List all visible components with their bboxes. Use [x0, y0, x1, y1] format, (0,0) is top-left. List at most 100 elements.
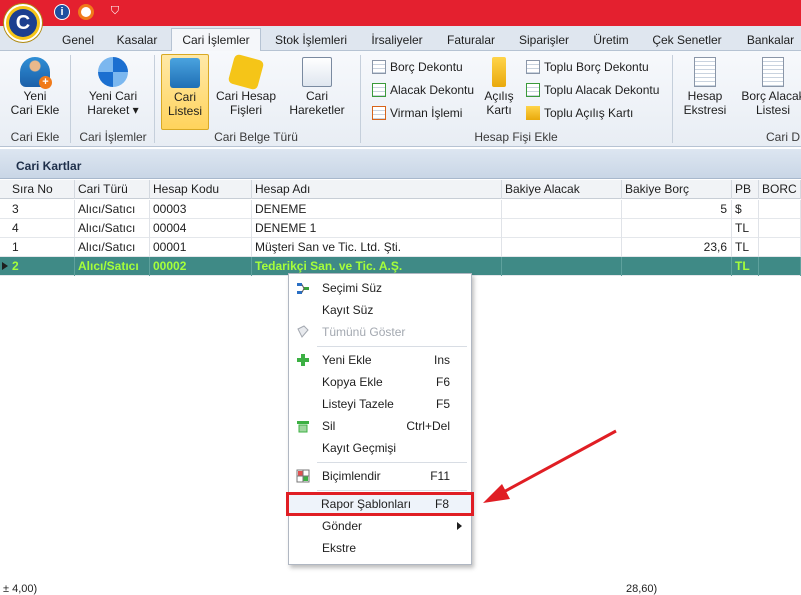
documents-icon	[302, 57, 332, 87]
filter-selection-icon	[297, 283, 309, 294]
cell-pb: $	[732, 200, 759, 219]
section-header: Cari Kartlar	[0, 149, 801, 179]
bulk-credit-icon	[526, 83, 540, 97]
ribbon-tab-strip: Genel Kasalar Cari İşlemler Stok İşlemle…	[0, 26, 801, 52]
statement-icon	[694, 57, 716, 87]
menu-item-bicimlendir[interactable]: Biçimlendir F11	[290, 465, 470, 487]
bulk-opening-icon	[526, 106, 540, 120]
transfer-arrows-icon	[98, 57, 128, 87]
shield-icon[interactable]: ⛉	[109, 5, 121, 18]
menu-item-kayit-gecmisi[interactable]: Kayıt Geçmişi	[290, 437, 470, 459]
grid-summary-footer: ± 4,00) 28,60)	[0, 583, 801, 595]
new-cari-button[interactable]: + Yeni Cari Ekle	[6, 54, 64, 130]
group-label-cari-belge-turu: Cari Belge Türü	[214, 130, 298, 144]
cari-movements-button[interactable]: Cari Hareketler	[284, 54, 350, 130]
cell-hesap-adi: DENEME 1	[252, 219, 502, 238]
bookmark-icon	[492, 57, 506, 87]
transfer-icon	[372, 106, 386, 120]
cell-pb: TL	[732, 257, 759, 276]
tab-stok-islemleri[interactable]: Stok İşlemleri	[266, 30, 356, 51]
table-row[interactable]: 1 Alıcı/Satıcı 00001 Müşteri San ve Tic.…	[0, 238, 801, 257]
menu-item-yeni-ekle[interactable]: Yeni Ekle Ins	[290, 349, 470, 371]
cell-borc	[759, 257, 801, 276]
tab-cek-senetler[interactable]: Çek Senetler	[645, 30, 729, 51]
tab-genel[interactable]: Genel	[52, 30, 104, 51]
cell-hesap-kodu: 00003	[150, 200, 252, 219]
bulk-opening-card-button[interactable]: Toplu Açılış Kartı	[526, 103, 633, 123]
menu-item-secimi-suz[interactable]: Seçimi Süz	[290, 277, 470, 299]
submenu-arrow-icon	[457, 522, 462, 530]
cell-borc	[759, 219, 801, 238]
row-indicator-icon	[2, 262, 8, 270]
cell-sira-no: 3	[9, 200, 75, 219]
cell-hesap-kodu: 00001	[150, 238, 252, 257]
debit-note-button[interactable]: Borç Dekontu	[372, 57, 463, 77]
tab-irsaliyeler[interactable]: İrsaliyeler	[362, 30, 432, 51]
group-separator	[360, 55, 361, 143]
ribbon: + Yeni Cari Ekle Cari Ekle Yeni Cari Har…	[0, 51, 801, 147]
help-lifebuoy-icon[interactable]	[78, 4, 94, 20]
cell-hesap-adi: Müşteri San ve Tic. Ltd. Şti.	[252, 238, 502, 257]
tab-cari-islemler[interactable]: Cari İşlemler	[171, 28, 261, 52]
cell-hesap-kodu: 00004	[150, 219, 252, 238]
column-header-cari-turu[interactable]: Cari Türü	[75, 180, 150, 199]
cell-bakiye-alacak	[502, 200, 622, 219]
tab-kasalar[interactable]: Kasalar	[108, 30, 166, 51]
menu-item-kopya-ekle[interactable]: Kopya Ekle F6	[290, 371, 470, 393]
opening-card-button[interactable]: Açılış Kartı	[482, 54, 516, 130]
transfer-operation-button[interactable]: Virman İşlemi	[372, 103, 462, 123]
menu-item-tumunu-goster[interactable]: Tümünü Göster	[290, 321, 470, 343]
tab-uretim[interactable]: Üretim	[586, 30, 636, 51]
menu-item-rapor-sablonlari[interactable]: Rapor Şablonları F8	[286, 492, 474, 516]
menu-item-listeyi-tazele[interactable]: Listeyi Tazele F5	[290, 393, 470, 415]
puzzle-icon	[227, 53, 265, 91]
group-separator	[672, 55, 673, 143]
page-title: Cari Kartlar	[16, 159, 82, 173]
info-icon[interactable]: i	[54, 4, 70, 20]
list-icon	[762, 57, 784, 87]
plus-icon	[297, 354, 309, 366]
cell-hesap-kodu: 00002	[150, 257, 252, 276]
tab-siparisler[interactable]: Siparişler	[510, 30, 578, 51]
table-row[interactable]: 3 Alıcı/Satıcı 00003 DENEME 5 $	[0, 200, 801, 219]
cari-account-slips-button[interactable]: Cari Hesap Fişleri	[214, 53, 278, 130]
debit-note-icon	[372, 60, 386, 74]
credit-note-button[interactable]: Alacak Dekontu	[372, 80, 474, 100]
menu-separator	[317, 462, 467, 463]
cell-cari-turu: Alıcı/Satıcı	[75, 200, 150, 219]
folder-person-icon	[170, 58, 200, 88]
tab-faturalar[interactable]: Faturalar	[440, 30, 502, 51]
app-logo[interactable]: C	[4, 4, 42, 42]
new-cari-movement-button[interactable]: Yeni Cari Hareket ▾	[78, 54, 148, 130]
menu-item-kayit-suz[interactable]: Kayıt Süz	[290, 299, 470, 321]
bulk-debit-note-button[interactable]: Toplu Borç Dekontu	[526, 57, 649, 77]
cell-pb: TL	[732, 238, 759, 257]
cell-pb: TL	[732, 219, 759, 238]
column-header-bakiye-borc[interactable]: Bakiye Borç	[622, 180, 732, 199]
column-header-sira-no[interactable]: Sıra No	[9, 180, 75, 199]
bulk-credit-note-button[interactable]: Toplu Alacak Dekontu	[526, 80, 659, 100]
column-header-pb[interactable]: PB	[732, 180, 759, 199]
column-header-hesap-adi[interactable]: Hesap Adı	[252, 180, 502, 199]
cell-sira-no: 4	[9, 219, 75, 238]
account-statement-button[interactable]: Hesap Ekstresi	[680, 54, 730, 130]
cari-list-button[interactable]: Cari Listesi	[161, 54, 209, 130]
tab-bankalar[interactable]: Bankalar	[740, 30, 801, 51]
cell-borc	[759, 200, 801, 219]
bulk-debit-icon	[526, 60, 540, 74]
column-header-bakiye-alacak[interactable]: Bakiye Alacak	[502, 180, 622, 199]
table-row[interactable]: 4 Alıcı/Satıcı 00004 DENEME 1 TL	[0, 219, 801, 238]
debit-credit-list-button[interactable]: Borç Alacak Listesi	[738, 54, 801, 130]
column-header-hesap-kodu[interactable]: Hesap Kodu	[150, 180, 252, 199]
menu-item-ekstre[interactable]: Ekstre	[290, 537, 470, 559]
group-separator	[70, 55, 71, 143]
menu-item-gonder[interactable]: Gönder	[290, 515, 470, 537]
menu-item-sil[interactable]: Sil Ctrl+Del	[290, 415, 470, 437]
column-header-borc[interactable]: BORC	[759, 180, 801, 199]
cell-bakiye-borc	[622, 257, 732, 276]
cell-bakiye-borc	[622, 219, 732, 238]
group-label-cari-islemler: Cari İşlemler	[79, 130, 147, 144]
add-person-icon: +	[20, 57, 52, 89]
cell-sira-no: 2	[9, 257, 75, 276]
format-grid-icon	[296, 469, 310, 483]
